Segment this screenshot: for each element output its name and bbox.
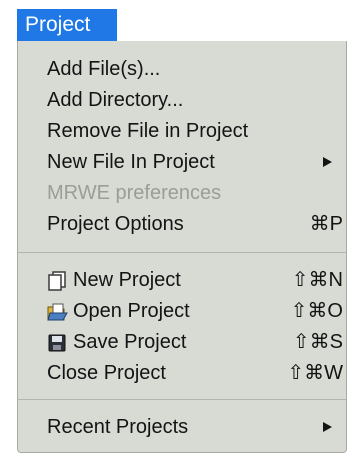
new-document-icon xyxy=(47,270,68,291)
menu-item-shortcut: ⌘P xyxy=(309,213,343,235)
menu-separator xyxy=(18,399,346,400)
menu-item-shortcut: ⇧⌘W xyxy=(287,362,343,384)
menu-item-close-project[interactable]: Close Project ⇧⌘W xyxy=(18,358,346,388)
menu-item-recent-projects[interactable]: Recent Projects xyxy=(18,412,346,442)
menu-item-shortcut: ⇧⌘N xyxy=(291,269,343,291)
menu-item-label: Add Directory... xyxy=(47,89,184,111)
menu-item-label: New File In Project xyxy=(47,151,215,173)
menu-item-new-project[interactable]: New Project ⇧⌘N xyxy=(18,265,346,295)
menu-item-project-options[interactable]: Project Options ⌘P xyxy=(18,209,346,239)
menu-item-remove-file[interactable]: Remove File in Project xyxy=(18,116,346,146)
menu-item-label: Recent Projects xyxy=(47,416,189,438)
menu-item-label: Save Project xyxy=(73,331,187,353)
submenu-arrow-icon xyxy=(323,157,332,167)
menu-item-new-file[interactable]: New File In Project xyxy=(18,147,346,177)
open-folder-icon xyxy=(47,301,68,321)
menu-item-save-project[interactable]: Save Project ⇧⌘S xyxy=(18,327,346,357)
menu-item-open-project[interactable]: Open Project ⇧⌘O xyxy=(18,296,346,326)
menu-item-label: New Project xyxy=(73,269,181,291)
menu-item-add-files[interactable]: Add File(s)... xyxy=(18,54,346,84)
menu-item-shortcut: ⇧⌘S xyxy=(292,331,343,353)
project-menu: Add File(s)... Add Directory... Remove F… xyxy=(17,41,347,453)
menu-item-label: Open Project xyxy=(73,300,190,322)
menu-item-add-directory[interactable]: Add Directory... xyxy=(18,85,346,115)
save-disk-icon xyxy=(47,332,68,352)
menu-title-project[interactable]: Project xyxy=(17,9,117,41)
menu-item-label: Add File(s)... xyxy=(47,58,161,80)
menu-item-shortcut: ⇧⌘O xyxy=(290,300,343,322)
menu-item-label: Close Project xyxy=(47,362,166,384)
menu-item-label: Remove File in Project xyxy=(47,120,249,142)
menu-item-label: Project Options xyxy=(47,213,184,235)
submenu-arrow-icon xyxy=(323,422,332,432)
menu-separator xyxy=(18,252,346,253)
menu-item-mrwe-preferences: MRWE preferences xyxy=(18,178,346,208)
menu-item-label: MRWE preferences xyxy=(47,182,222,204)
